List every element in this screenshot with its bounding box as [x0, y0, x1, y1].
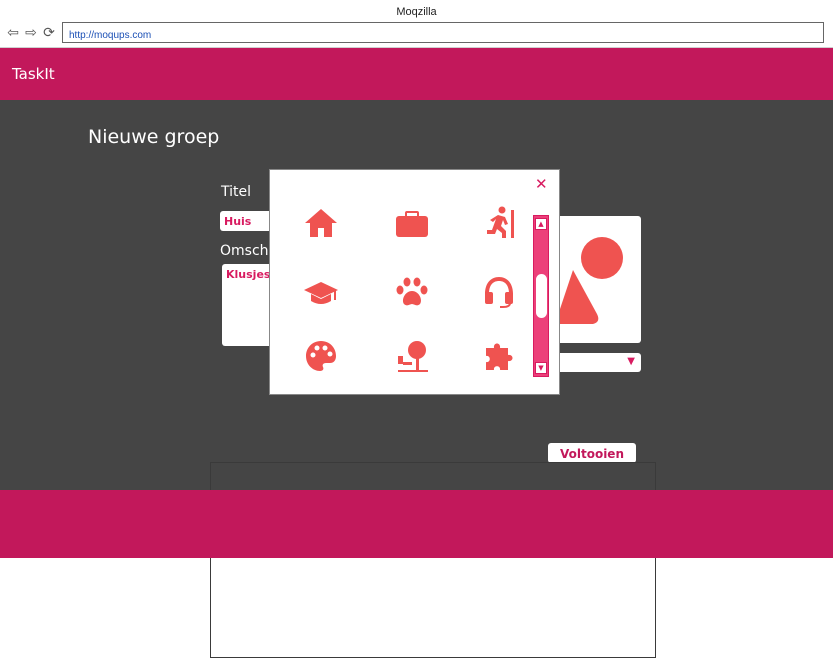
image-select-dropdown[interactable]: ▼	[555, 353, 641, 372]
group-image-card[interactable]	[555, 216, 641, 343]
close-icon[interactable]: ✕	[535, 176, 548, 192]
description-label: Omschr	[220, 243, 275, 259]
address-bar-url: http://moqups.com	[69, 30, 152, 41]
description-textarea-value: Klusjes	[226, 268, 271, 281]
title-label: Titel	[221, 184, 252, 200]
title-input-value: Huis	[224, 215, 252, 228]
icon-picker-dialog: ✕ ▲ ▼	[269, 169, 560, 395]
page-title: Nieuwe groep	[88, 126, 220, 148]
chevron-down-icon: ▼	[627, 356, 635, 367]
scroll-up-icon[interactable]: ▲	[535, 218, 547, 230]
browser-toolbar: ⇦ ⇨ ⟳ http://moqups.com	[0, 20, 833, 48]
scroll-down-icon[interactable]: ▼	[535, 362, 547, 374]
window-title-bar: Moqzilla	[0, 0, 833, 20]
scrollbar-thumb[interactable]	[536, 274, 547, 318]
submit-button-label: Voltooien	[559, 447, 624, 461]
home-icon[interactable]	[299, 201, 343, 245]
window-title: Moqzilla	[396, 6, 437, 18]
running-person-icon[interactable]	[477, 201, 521, 245]
address-bar[interactable]: http://moqups.com	[62, 22, 824, 43]
submit-button[interactable]: Voltooien	[548, 443, 636, 463]
app-brand[interactable]: TaskIt	[12, 65, 55, 83]
briefcase-icon[interactable]	[390, 201, 434, 245]
back-icon[interactable]: ⇦	[5, 25, 21, 41]
graduation-cap-icon[interactable]	[299, 270, 343, 314]
reload-icon[interactable]: ⟳	[41, 25, 57, 41]
icon-list-scrollbar[interactable]: ▲ ▼	[533, 215, 549, 377]
image-placeholder-icon	[555, 237, 623, 324]
palette-icon[interactable]	[299, 334, 343, 378]
forward-icon[interactable]: ⇨	[23, 25, 39, 41]
paw-icon[interactable]	[390, 270, 434, 314]
park-tree-icon[interactable]	[390, 334, 434, 378]
app-header: TaskIt	[0, 48, 833, 100]
headset-icon[interactable]	[477, 270, 521, 314]
app-footer	[0, 490, 833, 558]
puzzle-piece-icon[interactable]	[477, 334, 521, 378]
